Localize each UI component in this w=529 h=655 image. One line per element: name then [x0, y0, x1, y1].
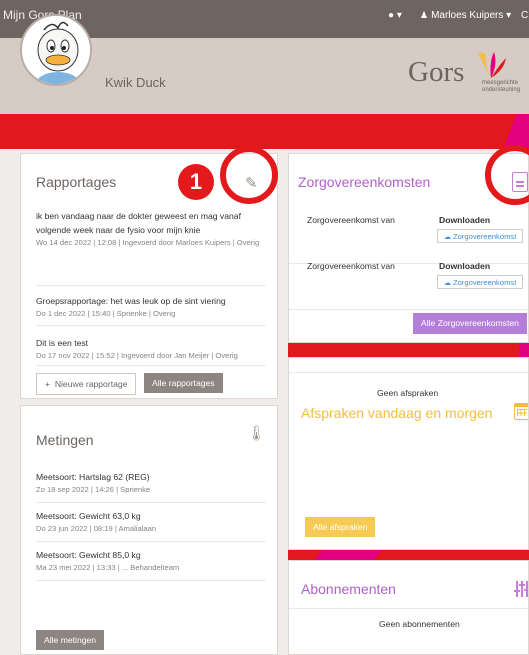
chevron-down-icon: ▾: [396, 10, 402, 21]
decorative-band: [0, 114, 529, 149]
divider: [289, 372, 528, 373]
abonnementen-card: Abonnementen Geen abonnementen: [288, 560, 529, 655]
download-zorgovereenkomst-button[interactable]: ☁ Zorgovereenkomst: [437, 275, 524, 289]
list-item[interactable]: Dit is een test Do 17 nov 2022 | 15:52 |…: [36, 326, 266, 366]
thermometer-icon: 🌡: [247, 425, 267, 442]
list-item[interactable]: ik ben vandaag naar de dokter geweest en…: [36, 206, 266, 286]
new-rapportage-button[interactable]: + Nieuwe rapportage: [36, 373, 137, 395]
cloud-download-icon: ☁: [444, 234, 451, 241]
afspraken-empty-text: Geen afspraken: [377, 388, 439, 398]
afspraken-title: Afspraken vandaag en morgen: [301, 405, 493, 421]
info-icon: ●: [388, 10, 395, 21]
table-row: Zorgovereenkomst van Downloaden ☁ Zorgove…: [289, 212, 528, 264]
gors-logo: Gors meesgerichte ondersteuning: [408, 50, 526, 106]
download-zorgovereenkomst-button[interactable]: ☁ Zorgovereenkomst: [437, 229, 524, 243]
all-zorgovereenkomsten-button[interactable]: Alle Zorgovereenkomsten: [413, 313, 527, 334]
heart-logo-icon: [478, 52, 506, 78]
decorative-band: [288, 550, 529, 560]
chevron-down-icon: ▾: [506, 10, 512, 21]
logo-wordmark: Gors: [408, 56, 465, 88]
highlight-circle: [220, 146, 278, 204]
list-item[interactable]: Meetsoort: Gewicht 63,0 kg Do 23 jun 202…: [36, 503, 266, 542]
sliders-icon: [514, 581, 528, 597]
table-row: Zorgovereenkomst van Downloaden ☁ Zorgove…: [289, 258, 528, 310]
abonnementen-empty-text: Geen abonnementen: [379, 619, 460, 629]
cropped-menu-item[interactable]: C: [521, 10, 528, 21]
afspraken-card: Afspraken vandaag en morgen Geen afsprak…: [288, 357, 529, 550]
step-number-badge: 1: [178, 164, 214, 200]
list-item[interactable]: Groepsrapportage: het was leuk op de sin…: [36, 286, 266, 326]
user-name: Marloes Kuipers: [431, 10, 504, 21]
user-icon: ♟: [420, 10, 429, 20]
avatar: [20, 14, 92, 86]
abonnementen-title: Abonnementen: [301, 581, 396, 597]
plus-icon: +: [45, 379, 51, 389]
calendar-icon: [514, 403, 528, 420]
metingen-title: Metingen: [36, 432, 94, 448]
info-menu[interactable]: ● ▾: [388, 10, 402, 21]
all-metingen-button[interactable]: Alle metingen: [36, 630, 105, 650]
logo-tagline: meesgerichte ondersteuning: [482, 80, 521, 93]
decorative-band: [288, 343, 529, 357]
all-afspraken-button[interactable]: Alle afspraken: [305, 517, 376, 537]
cloud-download-icon: ☁: [444, 280, 451, 287]
all-rapportages-button[interactable]: Alle rapportages: [144, 373, 223, 393]
rapportages-list: ik ben vandaag naar de dokter geweest en…: [36, 206, 266, 366]
divider: [289, 608, 528, 609]
list-item[interactable]: Meetsoort: Gewicht 85,0 kg Ma 23 mei 202…: [36, 542, 266, 581]
list-item[interactable]: Meetsoort: Hartslag 62 (REG) Zo 18 sep 2…: [36, 464, 266, 503]
client-name: Kwik Duck: [105, 75, 166, 90]
metingen-list: Meetsoort: Hartslag 62 (REG) Zo 18 sep 2…: [36, 464, 266, 581]
zorgovereenkomsten-title: Zorgovereenkomsten: [298, 174, 431, 190]
user-menu[interactable]: ♟ Marloes Kuipers ▾: [420, 10, 511, 21]
metingen-card: Metingen 🌡 Meetsoort: Hartslag 62 (REG) …: [20, 405, 278, 655]
rapportages-title: Rapportages: [36, 174, 117, 190]
